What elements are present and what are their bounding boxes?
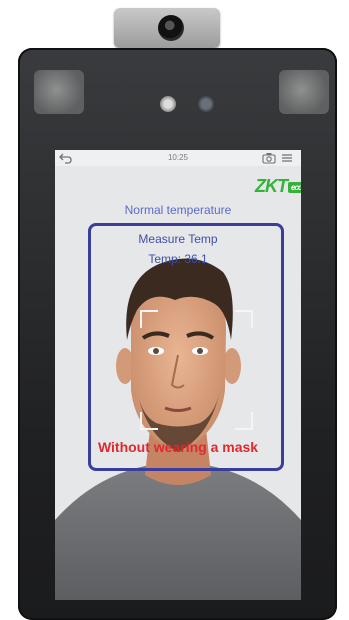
left-ir-sensor — [34, 70, 84, 114]
focus-corner-top-left — [140, 310, 158, 328]
temperature-value: Temp: 36.1 — [148, 252, 208, 266]
temperature-status: Normal temperature — [124, 203, 232, 217]
light-sensor — [160, 96, 176, 112]
measure-temp-label: Measure Temp — [138, 232, 218, 246]
focus-corner-bottom-right — [235, 412, 253, 430]
menu-icon[interactable] — [281, 152, 293, 164]
right-ir-sensor — [279, 70, 329, 114]
device-screen: 10:25 ZKT eco Normal temperature Measure… — [55, 150, 301, 600]
focus-corner-top-right — [235, 310, 253, 328]
status-bar: 10:25 — [55, 150, 301, 166]
focus-corner-bottom-left — [140, 412, 158, 430]
mask-warning: Without wearing a mask — [97, 439, 259, 455]
ir-camera-dot — [198, 96, 214, 112]
brand-logo: ZKT eco — [255, 176, 301, 197]
camera-lens — [158, 15, 184, 41]
camera-icon[interactable] — [262, 152, 276, 164]
top-camera-module — [114, 8, 220, 48]
